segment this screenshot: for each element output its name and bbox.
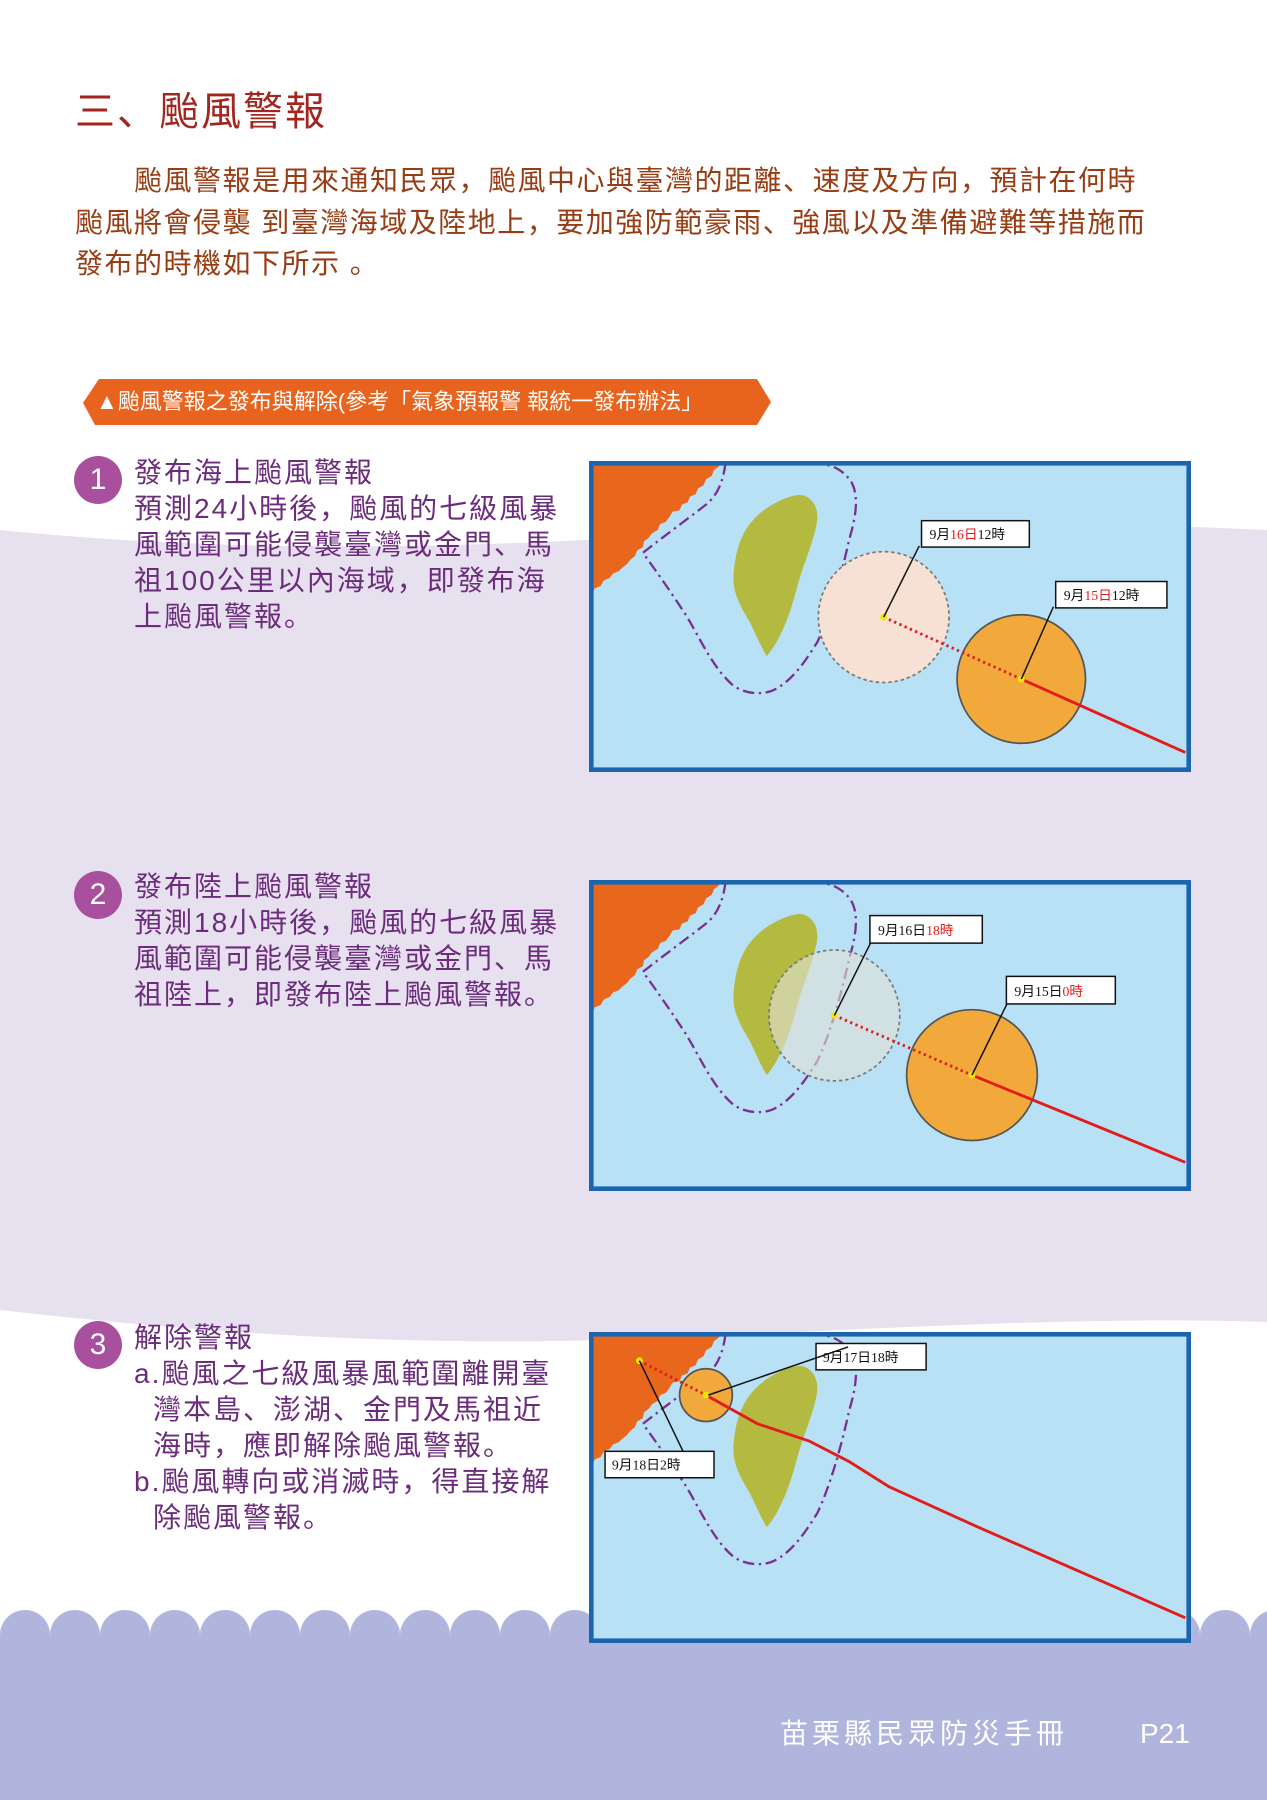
step-line: a.颱風之七級風暴風範圍離開臺 [134, 1358, 552, 1389]
intro-paragraph: 颱風警報是用來通知民眾，颱風中心與臺灣的距離、速度及方向，預計在何時 颱風將會侵… [75, 160, 1146, 285]
step-item-a: a.颱風之七級風暴風範圍離開臺 灣本島、澎湖、金門及馬祖近 海時，應即解除颱風警… [134, 1356, 551, 1464]
step-description: 發布海上颱風警報 預測24小時後，颱風的七級風暴 風範圍可能侵襲臺灣或金門、馬 … [134, 455, 559, 635]
page-heading: 三、颱風警報 [75, 90, 327, 134]
forecast-center-dot [636, 1357, 643, 1365]
time-label: 9月18日2時 [612, 1458, 681, 1473]
step-title: 發布海上颱風警報 [134, 457, 375, 488]
time-label: 9月16日18時 [878, 923, 954, 938]
forecast-center-dot [830, 1011, 838, 1019]
footer-band [0, 1635, 1267, 1800]
page-number: P21 [1140, 1718, 1190, 1749]
step-line: 灣本島、澎湖、金門及馬祖近 [153, 1394, 544, 1425]
step-line: 風範圍可能侵襲臺灣或金門、馬 [134, 943, 555, 974]
step-number-badge: 2 [74, 871, 122, 919]
step-line: 除颱風警報。 [153, 1502, 334, 1533]
map-land-warning: 9月16日18時 9月15日0時 [589, 880, 1191, 1191]
step-line: 風範圍可能侵襲臺灣或金門、馬 [134, 529, 555, 560]
time-label: 9月16日12時 [930, 527, 1006, 542]
intro-line: 颱風警報是用來通知民眾，颱風中心與臺灣的距離、速度及方向，預計在何時 [134, 165, 1138, 196]
step-line: 海時，應即解除颱風警報。 [153, 1430, 514, 1461]
step-description: 解除警報 a.颱風之七級風暴風範圍離開臺 灣本島、澎湖、金門及馬祖近 海時，應即… [134, 1320, 551, 1536]
typhoon-center-dot [968, 1071, 976, 1079]
step-line: 預測18小時後，颱風的七級風暴 [134, 907, 560, 938]
step-title: 發布陸上颱風警報 [134, 871, 375, 902]
handbook-page: 三、颱風警報 颱風警報是用來通知民眾，颱風中心與臺灣的距離、速度及方向，預計在何… [0, 0, 1267, 1800]
step-title: 解除警報 [134, 1322, 255, 1353]
time-label: 9月15日12時 [1064, 588, 1140, 603]
step-line: 祖陸上，即發布陸上颱風警報。 [134, 979, 555, 1010]
section-banner: ▲颱風警報之發布與解除(參考「氣象預報警 報統一發布辦法」 [83, 379, 771, 425]
step-number-badge: 3 [74, 1321, 122, 1369]
intro-line: 發布的時機如下所示 。 [75, 248, 380, 279]
map-warning-lifted: 9月17日18時 9月18日2時 [589, 1332, 1191, 1643]
step-line: b.颱風轉向或消滅時，得直接解 [134, 1466, 552, 1497]
intro-line: 颱風將會侵襲 到臺灣海域及陸地上，要加強防範豪雨、強風以及準備避難等措施而 [75, 206, 1147, 238]
step-line: 祖100公里以內海域，即發布海 [134, 565, 547, 596]
map-sea-warning: 9月16日12時 9月15日12時 [589, 461, 1191, 772]
step-line: 上颱風警報。 [134, 601, 315, 632]
step-line: 預測24小時後，颱風的七級風暴 [134, 493, 560, 524]
step-number-badge: 1 [74, 456, 122, 504]
footer-title: 苗栗縣民眾防災手冊 [780, 1718, 1069, 1749]
step-item-b: b.颱風轉向或消滅時，得直接解 除颱風警報。 [134, 1464, 551, 1536]
time-label: 9月15日0時 [1014, 984, 1083, 999]
step-description: 發布陸上颱風警報 預測18小時後，颱風的七級風暴 風範圍可能侵襲臺灣或金門、馬 … [134, 869, 559, 1013]
